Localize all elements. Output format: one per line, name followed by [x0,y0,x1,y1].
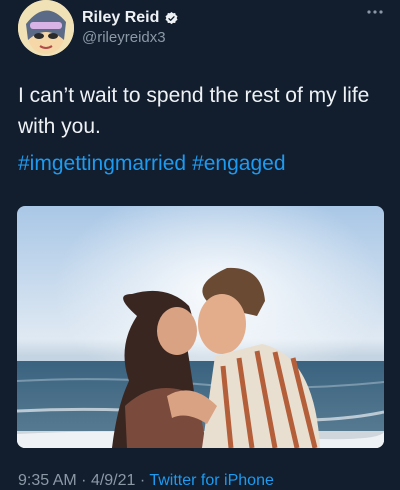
author-display-name[interactable]: Riley Reid [82,9,159,27]
beach-couple-photo [17,206,384,448]
author-handle[interactable]: @rileyreidx3 [82,29,166,46]
tweet-time[interactable]: 9:35 AM [18,472,77,489]
tweet-text: I can’t wait to spend the rest of my lif… [18,84,370,138]
tweet-date[interactable]: 4/9/21 [91,472,135,489]
verified-badge-icon [165,11,178,24]
hashtag-link[interactable]: #engaged [192,152,285,175]
more-options-icon[interactable] [366,6,384,18]
hashtag-link[interactable]: #imgettingmarried [18,152,186,175]
meta-separator: · [81,472,87,489]
meta-separator: · [139,472,146,489]
avatar[interactable] [18,0,74,56]
author-name-row[interactable]: Riley Reid [82,9,179,27]
tweet-photo[interactable] [17,206,384,448]
tweet-source[interactable]: Twitter for iPhone [149,472,274,489]
tweet-meta: 9:35 AM · 4/9/21 · Twitter for iPhone [18,472,274,490]
hashtags: #imgettingmarried #engaged [18,152,292,176]
